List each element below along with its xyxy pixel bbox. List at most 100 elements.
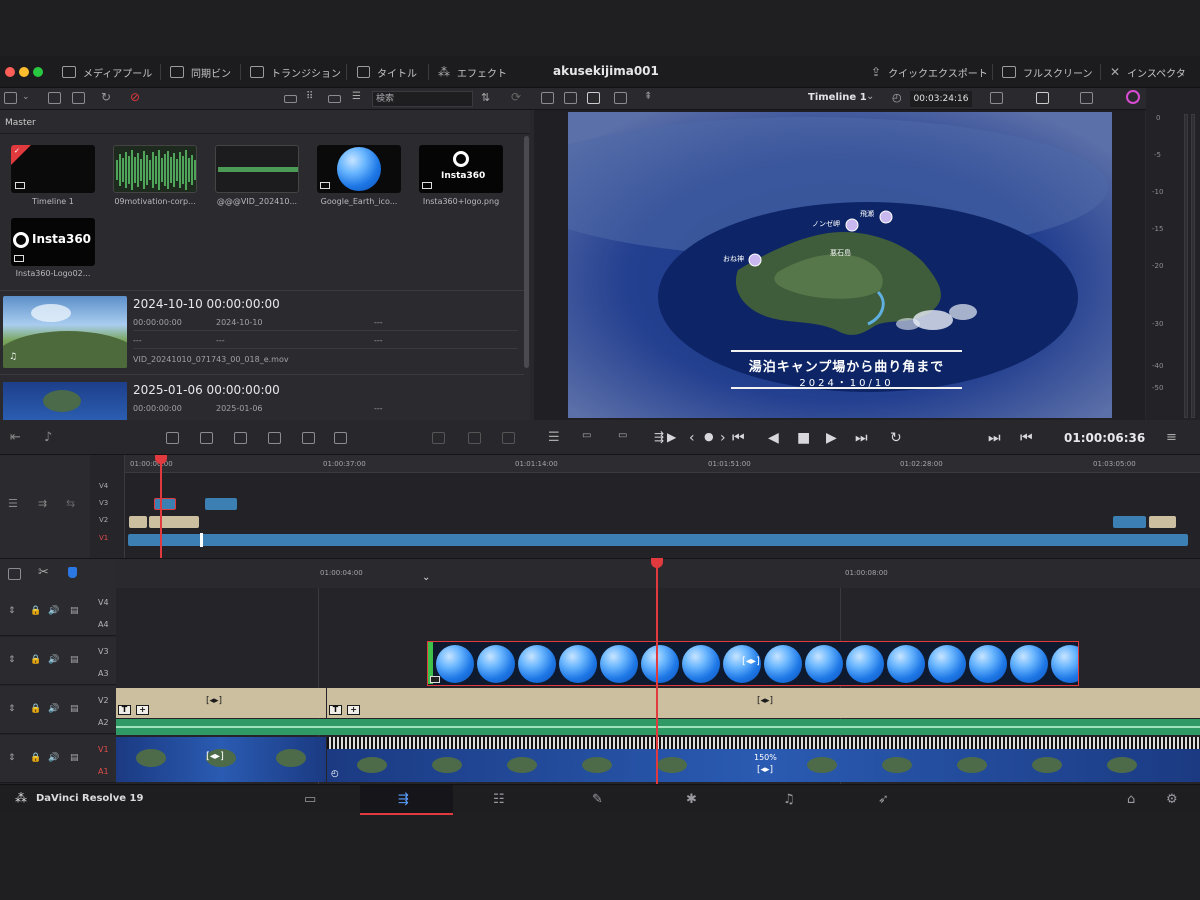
loop-icon[interactable]: ↻ <box>890 430 902 446</box>
chevron-down-icon[interactable]: ⌄ <box>866 91 874 102</box>
import-media-icon[interactable] <box>48 92 61 104</box>
menu-icon[interactable]: ≡ <box>1166 430 1177 445</box>
viewer-cc-icon[interactable] <box>564 92 577 104</box>
timeline-playhead[interactable] <box>656 558 658 784</box>
thumbnail-view-icon[interactable]: ⠿ <box>306 91 313 102</box>
v1-speed-clip[interactable]: 150% [◂▸] ◴ <box>327 737 1200 782</box>
lock-icon[interactable]: 🔒 <box>30 655 41 665</box>
sort-icon[interactable]: ⇅ <box>481 91 490 104</box>
media-pool-scrollbar[interactable] <box>524 136 529 368</box>
next-frame-icon[interactable]: › <box>720 430 726 446</box>
speaker-icon[interactable]: 🔊 <box>48 606 59 616</box>
bin-list-icon[interactable] <box>72 92 85 104</box>
go-to-start-icon[interactable]: ⏮ <box>732 430 745 446</box>
zoom-window-button[interactable] <box>33 67 43 77</box>
timeline-view-icon[interactable] <box>8 568 21 580</box>
track-link-icon[interactable]: ⇉ <box>38 497 47 510</box>
timeline-selector[interactable]: Timeline 1 <box>808 92 867 103</box>
viewer-layout-icon[interactable] <box>587 92 600 104</box>
viewer-compare-icon[interactable] <box>614 92 627 104</box>
place-on-top-icon[interactable] <box>302 432 315 444</box>
scissors-icon[interactable]: ✂ <box>38 565 49 580</box>
media-thumb-google-earth[interactable] <box>317 145 401 193</box>
transitions-button[interactable]: トランジション <box>250 56 341 88</box>
metadata-view-icon[interactable]: ☰ <box>352 91 361 102</box>
color-wheel-icon[interactable] <box>1126 90 1140 104</box>
media-thumb-audio[interactable] <box>113 145 197 193</box>
list-view-icon[interactable] <box>328 95 341 103</box>
v2-title-clip[interactable]: [◂▸] T + <box>327 688 1200 718</box>
audio-waveform-icon[interactable]: ⇞ <box>644 91 652 102</box>
sync-icon[interactable]: ↻ <box>101 90 111 104</box>
chevron-down-icon[interactable]: ⌄ <box>22 92 30 102</box>
media-page-icon[interactable]: ▭ <box>304 792 316 807</box>
fairlight-page-icon[interactable]: ♫ <box>783 792 795 807</box>
mini-clip-v3[interactable] <box>205 498 237 510</box>
speaker-icon[interactable]: 🔊 <box>48 655 59 665</box>
track-expand-icon[interactable]: ⇕ <box>8 606 16 616</box>
hdr-icon[interactable] <box>1036 92 1049 104</box>
color-page-icon[interactable]: ✱ <box>686 792 697 807</box>
lock-icon[interactable]: 🔒 <box>30 704 41 714</box>
film-icon[interactable]: ▤ <box>70 753 79 763</box>
ripple-overwrite-icon[interactable] <box>432 432 445 444</box>
stop-icon[interactable]: ■ <box>797 430 810 446</box>
fit-to-fill-icon[interactable] <box>268 432 281 444</box>
titles-button[interactable]: タイトル <box>357 56 417 88</box>
mini-clip-v2[interactable] <box>1149 516 1176 528</box>
v1-video-clip[interactable]: [◂▸] <box>116 737 326 782</box>
film-icon[interactable]: ▤ <box>70 704 79 714</box>
viewer-size-icon[interactable] <box>990 92 1003 104</box>
gear-icon[interactable]: ⚙ <box>1166 792 1178 807</box>
safe-area-icon[interactable] <box>1080 92 1093 104</box>
edit-page-icon[interactable]: ⇶ <box>398 792 409 807</box>
a2-audio-clip[interactable] <box>116 719 1200 735</box>
poi-add-icon[interactable]: ▭ <box>618 430 627 441</box>
fullscreen-button[interactable]: フルスクリーン <box>1002 56 1093 88</box>
play-reverse-range-icon[interactable]: ⇶ <box>654 430 664 444</box>
home-icon[interactable]: ⌂ <box>1127 792 1135 807</box>
poi-icon[interactable]: ▭ <box>582 430 591 441</box>
play-range-icon[interactable]: ▶ <box>667 430 676 444</box>
media-pool-button[interactable]: メディアプール <box>62 56 152 88</box>
speaker-icon[interactable]: 🔊 <box>48 704 59 714</box>
film-icon[interactable]: ▤ <box>70 606 79 616</box>
lock-icon[interactable]: 🔒 <box>30 753 41 763</box>
mini-clip-v2[interactable] <box>1113 516 1146 528</box>
sliders-icon[interactable]: ☰ <box>548 430 560 445</box>
cut-page-icon[interactable]: ☷ <box>493 792 505 807</box>
track-expand-icon[interactable]: ⇕ <box>8 704 16 714</box>
track-expand-icon[interactable]: ⇕ <box>8 655 16 665</box>
mini-clip-v2[interactable] <box>149 516 199 528</box>
close-up-icon[interactable] <box>468 432 481 444</box>
media-thumb-insta360-logo[interactable]: Insta360 <box>419 145 503 193</box>
effects-button[interactable]: ⁂ エフェクト <box>438 56 507 88</box>
v3-google-earth-clip[interactable]: [◂▸] <box>427 641 1079 686</box>
track-lock-icon[interactable]: ⇆ <box>66 497 75 510</box>
prev-frame-icon[interactable]: ‹ <box>689 430 695 446</box>
mini-ruler[interactable] <box>125 455 1200 473</box>
clip-thumb-vid[interactable]: ♫ <box>3 296 127 368</box>
play-reverse-icon[interactable]: ◀ <box>768 430 779 446</box>
trim-end-icon[interactable]: ♪ <box>44 430 52 445</box>
viewer-image-icon[interactable] <box>541 92 554 104</box>
play-icon[interactable]: ▶ <box>826 430 837 446</box>
source-overwrite-icon[interactable] <box>502 432 515 444</box>
inspector-button[interactable]: ✕ インスペクタ <box>1110 56 1186 88</box>
mini-clip-v2[interactable] <box>129 516 147 528</box>
close-window-button[interactable] <box>5 67 15 77</box>
mini-clip-v3[interactable] <box>154 498 176 510</box>
deliver-page-icon[interactable]: ➶ <box>878 792 889 807</box>
sidebar-toggle-icon[interactable] <box>4 92 17 104</box>
track-expand-icon[interactable]: ⇕ <box>8 753 16 763</box>
strip-view-icon[interactable] <box>284 95 297 103</box>
mini-playhead[interactable] <box>160 455 162 559</box>
trim-start-icon[interactable]: ⇤ <box>10 430 21 445</box>
fusion-page-icon[interactable]: ✎ <box>592 792 603 807</box>
track-options-icon[interactable]: ☰ <box>8 497 18 510</box>
lock-icon[interactable]: 🔒 <box>30 606 41 616</box>
prev-edit-icon[interactable]: ⏮ <box>1020 430 1033 446</box>
film-icon[interactable]: ▤ <box>70 655 79 665</box>
unlink-icon[interactable]: ⊘ <box>130 90 140 104</box>
mini-clip-v1[interactable] <box>128 534 1188 546</box>
